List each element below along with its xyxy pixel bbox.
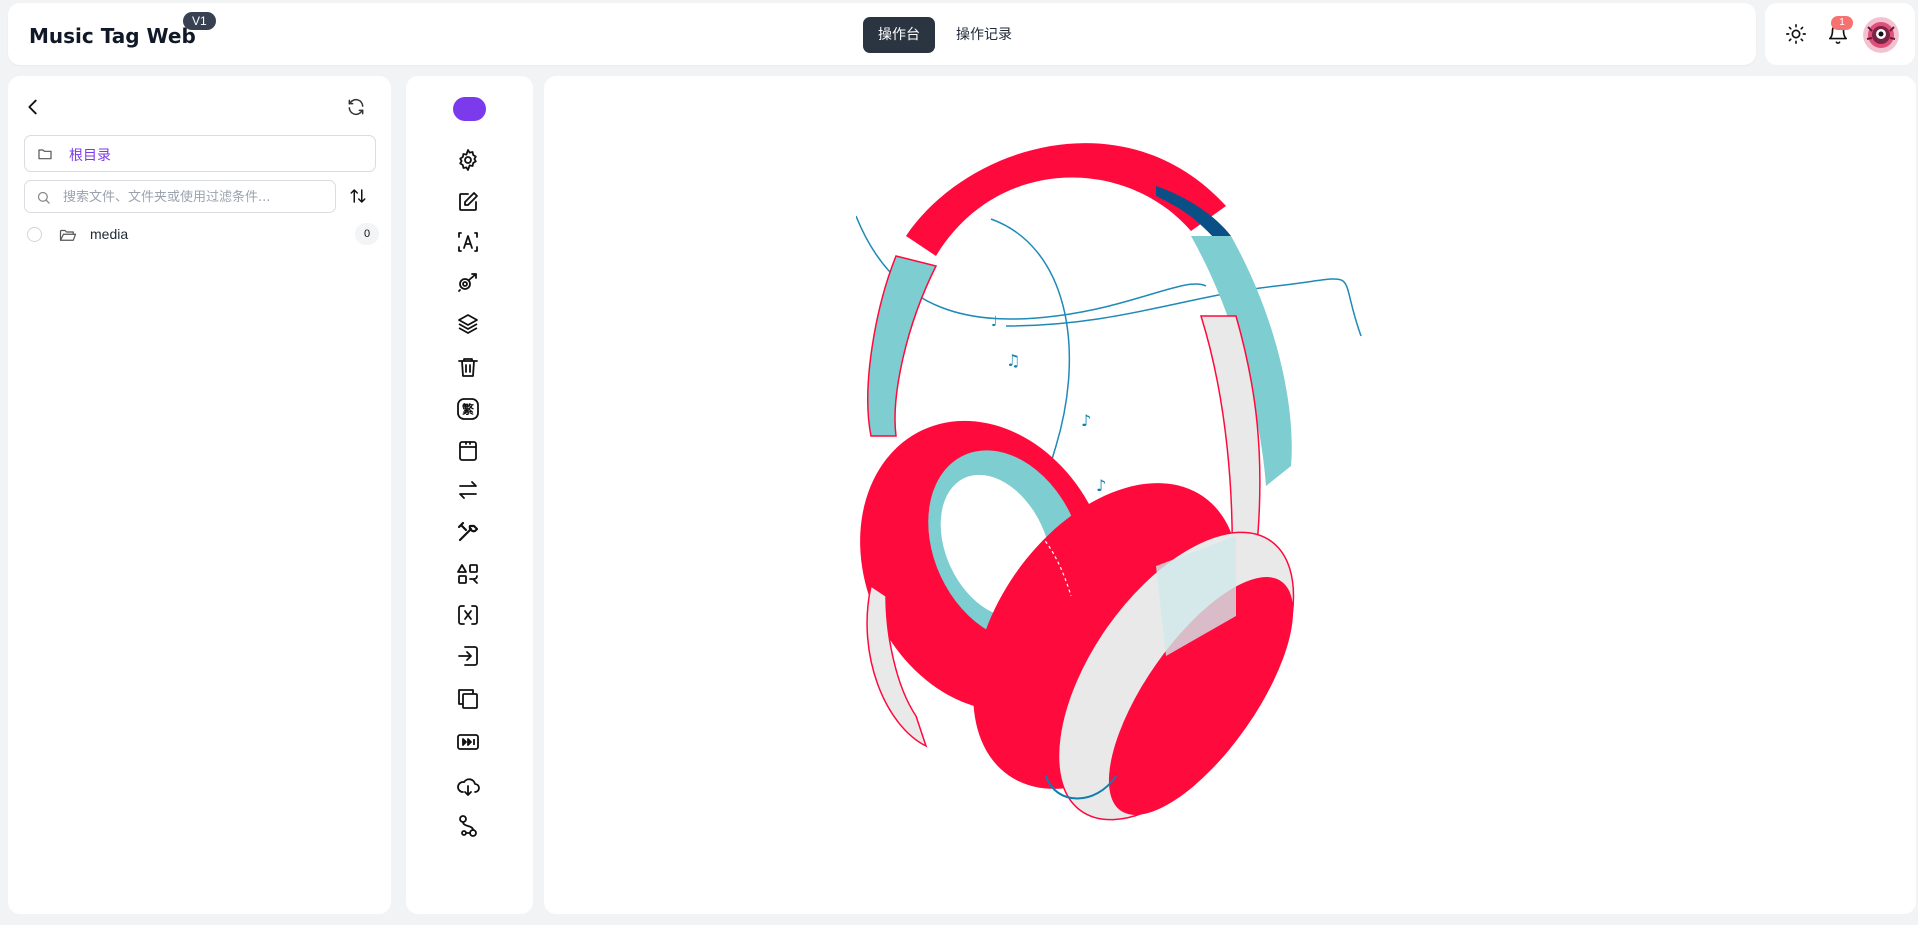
notification-badge: 1 [1831, 16, 1853, 30]
back-arrow-icon[interactable] [22, 96, 44, 118]
tab-console[interactable]: 操作台 [863, 17, 935, 53]
app-title: Music Tag Web [29, 24, 196, 48]
archive-icon[interactable] [455, 438, 481, 464]
folder-open-icon [59, 229, 77, 241]
trash-icon[interactable] [455, 354, 481, 380]
select-checkbox[interactable] [27, 227, 42, 242]
root-directory-label: 根目录 [69, 148, 111, 164]
layers-icon[interactable] [455, 311, 481, 337]
version-badge: V1 [183, 12, 216, 30]
main-workspace: ♫ ♪ ♪ ♩ [544, 76, 1916, 914]
import-icon[interactable] [455, 643, 481, 669]
headphones-illustration: ♫ ♪ ♪ ♩ [856, 143, 1362, 821]
search-field [24, 180, 336, 213]
main-tabs: 操作台 操作记录 [863, 17, 1027, 53]
tool-sidebar: 繁 [406, 76, 533, 914]
tab-history[interactable]: 操作记录 [941, 17, 1027, 53]
search-icon [37, 191, 50, 204]
traditional-chinese-icon[interactable]: 繁 [455, 396, 481, 422]
list-item[interactable]: media 0 [24, 221, 384, 247]
swap-icon[interactable] [455, 477, 481, 503]
text-recognize-icon[interactable] [455, 229, 481, 255]
search-input[interactable] [63, 185, 328, 209]
svg-text:♪: ♪ [1096, 476, 1106, 495]
svg-text:♩: ♩ [991, 314, 998, 330]
settings-icon[interactable] [455, 147, 481, 173]
shapes-transform-icon[interactable] [455, 561, 481, 587]
svg-text:♫: ♫ [1006, 351, 1020, 370]
item-name: media [90, 226, 129, 242]
refresh-icon[interactable] [346, 97, 366, 117]
sort-icon[interactable] [349, 187, 367, 205]
wrench-icon[interactable] [455, 519, 481, 545]
music-fingerprint-icon[interactable] [455, 269, 481, 295]
header-actions: 1 [1765, 3, 1915, 65]
convert-icon[interactable] [455, 602, 481, 628]
copy-icon[interactable] [455, 686, 481, 712]
svg-text:♪: ♪ [1081, 411, 1091, 430]
item-count-badge: 0 [355, 223, 379, 245]
edit-icon[interactable] [455, 189, 481, 215]
fast-forward-icon[interactable] [455, 729, 481, 755]
folder-icon [38, 149, 52, 160]
cloud-download-icon[interactable] [455, 773, 481, 799]
sun-icon[interactable] [1785, 23, 1807, 45]
workflow-icon[interactable] [455, 813, 481, 839]
file-panel: 根目录 media 0 [8, 76, 391, 914]
tool-indicator-pill[interactable] [453, 97, 486, 121]
root-directory[interactable]: 根目录 [24, 135, 376, 172]
svg-text:繁: 繁 [462, 402, 475, 417]
avatar[interactable] [1863, 17, 1899, 53]
top-header: Music Tag Web V1 操作台 操作记录 [8, 3, 1756, 65]
